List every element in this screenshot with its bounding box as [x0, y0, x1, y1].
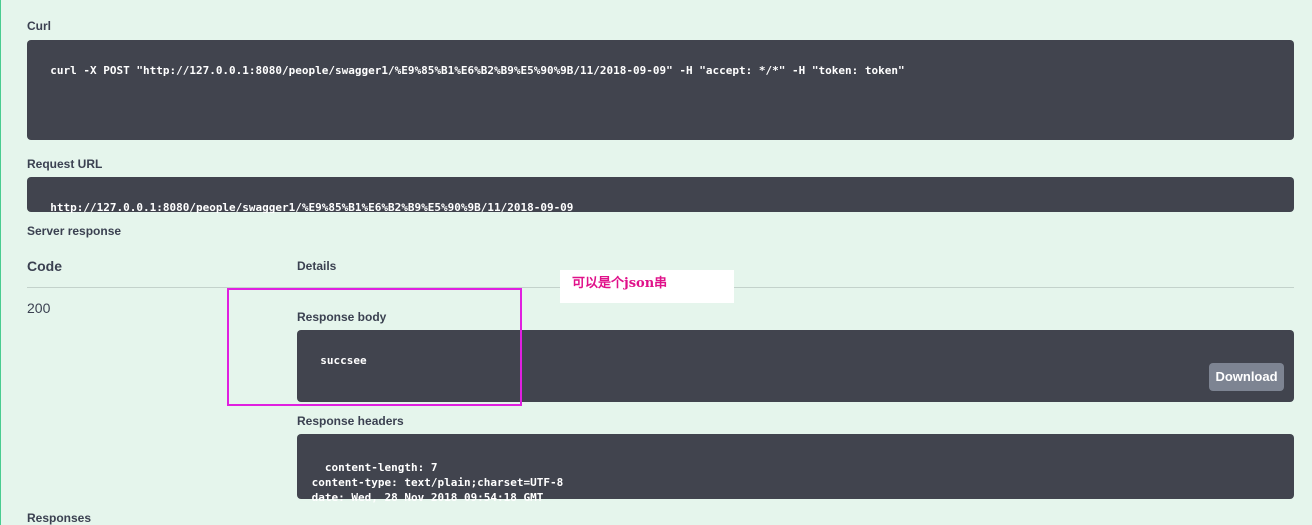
- responses-label: Responses: [27, 511, 92, 525]
- details-column-header: Details: [297, 259, 337, 273]
- annotation-note: 可以是个json串: [560, 270, 734, 303]
- response-headers-block[interactable]: content-length: 7 content-type: text/pla…: [297, 434, 1294, 504]
- response-headers-label: Response headers: [297, 414, 404, 428]
- request-url-block[interactable]: http://127.0.0.1:8080/people/swagger1/%E…: [27, 177, 1294, 214]
- curl-label: Curl: [27, 19, 51, 33]
- server-response-label: Server response: [27, 224, 122, 238]
- request-url-text: http://127.0.0.1:8080/people/swagger1/%E…: [50, 201, 574, 214]
- curl-command-block[interactable]: curl -X POST "http://127.0.0.1:8080/peop…: [27, 40, 1294, 140]
- response-headers-text: content-length: 7 content-type: text/pla…: [311, 461, 564, 504]
- request-url-label: Request URL: [27, 157, 103, 171]
- response-code: 200: [27, 300, 51, 316]
- curl-command-text: curl -X POST "http://127.0.0.1:8080/peop…: [50, 64, 905, 77]
- download-button[interactable]: Download: [1209, 363, 1284, 391]
- annotation-highlight-box: [227, 288, 522, 406]
- code-column-header: Code: [27, 258, 62, 274]
